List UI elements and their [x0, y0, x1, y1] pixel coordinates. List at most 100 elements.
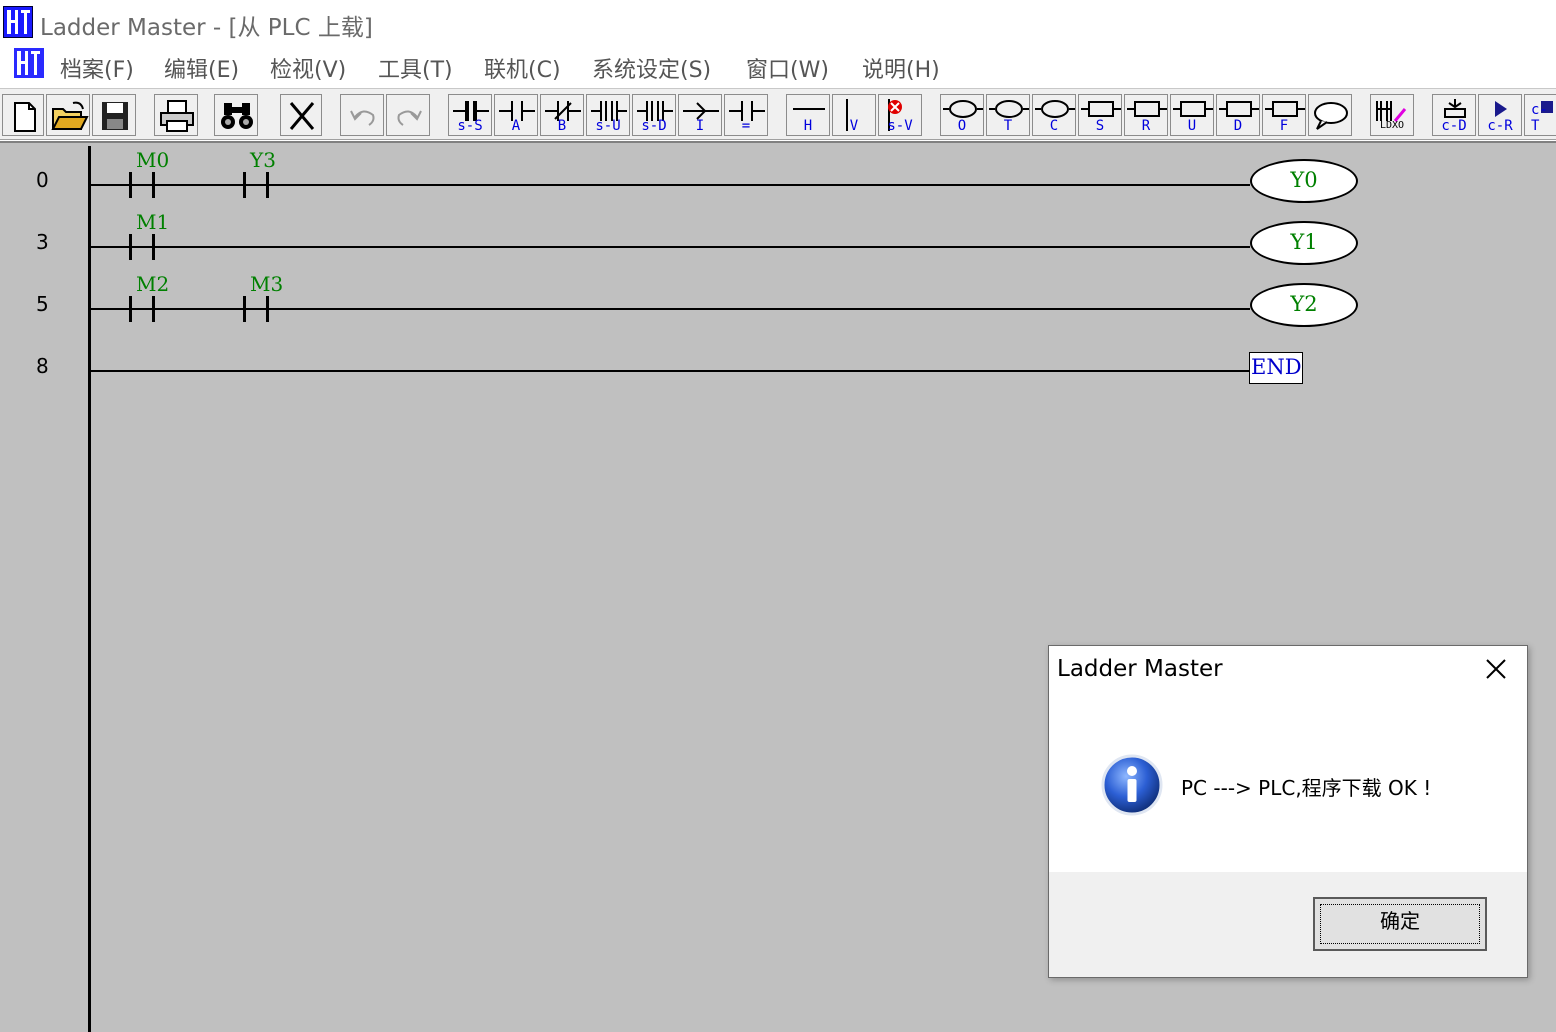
- delete-button[interactable]: [280, 94, 322, 136]
- ladder-master-logo-icon: [3, 6, 33, 38]
- tool-coil-t-button[interactable]: T: [986, 94, 1030, 136]
- close-icon: [1486, 659, 1506, 679]
- menu-window[interactable]: 窗口(W): [746, 52, 829, 84]
- menu-view[interactable]: 检视(V): [270, 52, 346, 84]
- tool-label: C: [1049, 118, 1059, 134]
- menu-tools[interactable]: 工具(T): [378, 52, 453, 84]
- output-coil[interactable]: Y2: [1250, 283, 1358, 327]
- tool-label: =: [741, 118, 751, 134]
- dialog-title: Ladder Master: [1057, 656, 1223, 682]
- tool-inverse-button[interactable]: I: [678, 94, 722, 136]
- contact-label: M2: [136, 272, 170, 296]
- tool-label: s-D: [641, 118, 667, 134]
- tool-down-button[interactable]: D: [1216, 94, 1260, 136]
- print-button[interactable]: [154, 94, 198, 136]
- tool-function-button[interactable]: F: [1262, 94, 1306, 136]
- tool-label: c-T: [1531, 102, 1548, 134]
- tool-label: s-V: [887, 118, 913, 134]
- menu-online[interactable]: 联机(C): [484, 52, 561, 84]
- tool-comment-button[interactable]: [1308, 94, 1352, 136]
- comment-bubble-icon: [1314, 102, 1348, 130]
- tool-stop-button[interactable]: c-T: [1524, 94, 1556, 136]
- tool-delete-vertical-button[interactable]: s-V: [878, 94, 922, 136]
- contact-no[interactable]: [243, 172, 269, 198]
- tool-vertical-line-button[interactable]: V: [832, 94, 876, 136]
- undo-button[interactable]: [340, 94, 384, 136]
- tool-label: B: [557, 118, 567, 134]
- tool-label: I: [695, 118, 705, 134]
- dialog-message: PC ---> PLC,程序下载 OK !: [1181, 776, 1432, 800]
- open-file-button[interactable]: [46, 94, 90, 136]
- tool-coil-c-button[interactable]: C: [1032, 94, 1076, 136]
- tool-label: R: [1141, 118, 1151, 134]
- new-file-button[interactable]: [2, 94, 44, 136]
- rung-step-number: 8: [36, 354, 49, 378]
- menu-help[interactable]: 说明(H): [862, 52, 940, 84]
- tool-label: F: [1279, 118, 1289, 134]
- tool-label: D: [1233, 118, 1243, 134]
- tool-label: V: [849, 118, 859, 134]
- end-instruction[interactable]: END: [1249, 352, 1303, 384]
- tool-contact-a-button[interactable]: A: [494, 94, 538, 136]
- tool-label: A: [511, 118, 521, 134]
- tool-label: s-U: [595, 118, 621, 134]
- rung-wire: [91, 370, 1250, 372]
- title-bar: Ladder Master - [从 PLC 上载]: [0, 0, 1556, 44]
- dialog-close-button[interactable]: [1479, 656, 1513, 686]
- tool-contact-s-u-button[interactable]: s-U: [586, 94, 630, 136]
- redo-icon: [397, 110, 422, 126]
- tool-label: s-S: [457, 118, 483, 134]
- tool-up-button[interactable]: U: [1170, 94, 1214, 136]
- find-binoculars-icon: [221, 103, 253, 129]
- tool-label: c-R: [1487, 118, 1513, 134]
- rung-step-number: 5: [36, 292, 49, 316]
- delete-x-icon: [289, 102, 315, 130]
- redo-button[interactable]: [386, 94, 430, 136]
- tool-connect-download-button[interactable]: c-D: [1432, 94, 1476, 136]
- rung-step-number: 3: [36, 230, 49, 254]
- document-system-menu-icon[interactable]: [14, 48, 44, 78]
- contact-no[interactable]: [129, 296, 155, 322]
- output-coil[interactable]: Y0: [1250, 159, 1358, 203]
- contact-label: M0: [136, 148, 170, 172]
- tool-horizontal-line-button[interactable]: H: [786, 94, 830, 136]
- tool-label: LDXO: [1379, 120, 1405, 131]
- rung-wire: [91, 246, 1250, 248]
- window-title: Ladder Master - [从 PLC 上载]: [40, 15, 373, 41]
- menu-edit[interactable]: 编辑(E): [164, 52, 239, 84]
- menu-file[interactable]: 档案(F): [60, 52, 134, 84]
- tool-label: c-D: [1441, 118, 1467, 134]
- menu-system-settings[interactable]: 系统设定(S): [592, 52, 711, 84]
- tool-coil-o-button[interactable]: O: [940, 94, 984, 136]
- tool-set-button[interactable]: S: [1078, 94, 1122, 136]
- tool-ldxo-button[interactable]: LDXO: [1370, 94, 1414, 136]
- tool-contact-s-d-button[interactable]: s-D: [632, 94, 676, 136]
- contact-label: Y3: [250, 148, 276, 172]
- output-coil[interactable]: Y1: [1250, 221, 1358, 265]
- contact-no[interactable]: [129, 234, 155, 260]
- contact-no[interactable]: [129, 172, 155, 198]
- tool-label: S: [1095, 118, 1105, 134]
- tool-compare-button[interactable]: =: [724, 94, 768, 136]
- contact-no[interactable]: [243, 296, 269, 322]
- tool-label: H: [803, 118, 813, 134]
- contact-label: M3: [250, 272, 284, 296]
- find-button[interactable]: [214, 94, 258, 136]
- tool-contact-b-button[interactable]: B: [540, 94, 584, 136]
- left-power-rail: [88, 146, 91, 1032]
- tool-reset-button[interactable]: R: [1124, 94, 1168, 136]
- ok-button[interactable]: 确定: [1313, 897, 1487, 951]
- focus-rectangle: [1320, 904, 1480, 944]
- tool-run-button[interactable]: c-R: [1478, 94, 1522, 136]
- contact-label: M1: [136, 210, 170, 234]
- info-icon: [1101, 754, 1163, 816]
- open-folder-icon: [51, 101, 89, 130]
- tool-contact-s-s-button[interactable]: s-S: [448, 94, 492, 136]
- save-icon: [102, 102, 128, 130]
- rung-step-number: 0: [36, 168, 49, 192]
- undo-icon: [350, 110, 375, 126]
- tool-label: T: [1003, 118, 1013, 134]
- tool-label: U: [1187, 118, 1197, 134]
- save-button[interactable]: [92, 94, 136, 136]
- new-file-icon: [14, 102, 36, 132]
